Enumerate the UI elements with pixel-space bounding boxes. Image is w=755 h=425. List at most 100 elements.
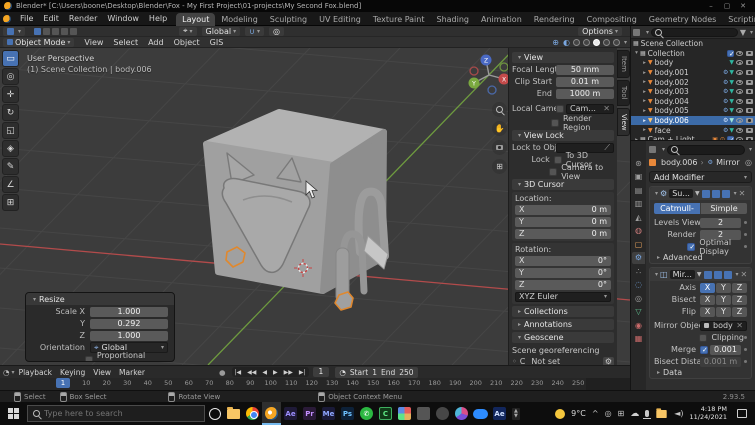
crs-radio-icon[interactable]: ◦ [512, 357, 517, 365]
outliner-item-body003[interactable]: ▸ ▼ body.003 ⚙ ▼ [631, 87, 755, 97]
levels-viewport-field[interactable]: 2 [700, 217, 741, 228]
cursor-rot-z[interactable]: Z 0° [515, 279, 611, 290]
measure-tool[interactable]: ∠ [2, 176, 19, 193]
focal-length-field[interactable]: 50 mm [556, 64, 614, 75]
clip-end-field[interactable]: 1000 m [556, 88, 614, 99]
optimal-display-checkbox[interactable] [687, 242, 696, 251]
collapse-icon[interactable]: ▾ [518, 334, 521, 341]
rotate-tool[interactable]: ↻ [2, 104, 19, 121]
tray-folder-icon[interactable] [656, 407, 667, 418]
tab-constraints-icon[interactable]: ◎ [632, 292, 645, 304]
playback-button[interactable]: ▶| [296, 369, 309, 376]
disclosure-icon[interactable]: ▸ [641, 127, 648, 133]
options-dropdown[interactable]: Options ▾ [578, 26, 622, 36]
tab-texture-icon[interactable]: ▦ [632, 333, 645, 345]
animate-dot[interactable] [744, 221, 747, 224]
viewport-menu[interactable]: View [79, 38, 108, 47]
topbar-menu[interactable]: File [15, 14, 38, 23]
tab-physics-icon[interactable]: ◌ [632, 279, 645, 291]
outliner-search[interactable] [651, 27, 738, 37]
photoshop-app[interactable]: Ps [338, 402, 357, 425]
local-camera-field[interactable]: Cam... ✕ [566, 103, 614, 114]
collapse-icon[interactable]: ▾ [655, 271, 658, 278]
cursor-loc-x[interactable]: X0 m [515, 204, 611, 215]
outliner-item-body006-selected[interactable]: ▸ ▼ body.006 ⚙ ▼ [631, 115, 755, 126]
microphone-icon[interactable] [643, 410, 652, 419]
workspace-tab[interactable]: Geometry Nodes [643, 13, 722, 26]
photos-app[interactable] [395, 402, 414, 425]
editor-type-button[interactable]: ▾ [3, 26, 26, 36]
premiere-app[interactable]: Pr [300, 402, 319, 425]
zoom-icon[interactable] [492, 102, 507, 117]
tab-material-icon[interactable]: ◉ [632, 319, 645, 331]
workspace-tab[interactable]: Modeling [215, 13, 263, 26]
workspace-tab[interactable]: UV Editing [313, 13, 367, 26]
taskbar-search[interactable] [27, 405, 205, 422]
fox-model[interactable] [203, 109, 389, 311]
breadcrumb-object[interactable]: body.006 [661, 158, 697, 167]
merge-checkbox[interactable] [700, 345, 708, 354]
playback-button[interactable]: ◀◀ [244, 369, 259, 376]
file-explorer-app[interactable] [224, 402, 243, 425]
speaker-icon[interactable]: ◄) [674, 409, 683, 418]
extras-menu-icon[interactable]: ▾ [734, 190, 737, 197]
annotations-panel-header[interactable]: ▸ Annotations [512, 319, 614, 330]
end-value-field[interactable]: 250 [399, 368, 413, 377]
delete-modifier-icon[interactable]: ✕ [741, 270, 748, 279]
blue-ae-app[interactable]: Ae [490, 402, 509, 425]
workspace-tab[interactable]: Shading [430, 13, 475, 26]
mirror-object-field[interactable]: body ✕ [700, 320, 747, 331]
properties-search[interactable] [667, 144, 745, 155]
topbar-menu[interactable]: Render [64, 14, 102, 23]
clipping-checkbox[interactable] [699, 333, 708, 342]
mode-toggle-icon[interactable] [61, 27, 69, 35]
proportional-editing-button[interactable]: ◎ [268, 26, 284, 36]
mode-object-icon[interactable] [34, 27, 42, 35]
mode-toggle-icon[interactable] [43, 27, 51, 35]
render-region-checkbox[interactable] [550, 118, 559, 127]
resize-panel-header[interactable]: ▾ Resize [26, 293, 174, 305]
gizmo-neg-z[interactable] [487, 85, 497, 95]
eye-icon[interactable] [736, 50, 743, 56]
disclosure-icon[interactable]: ▸ [641, 89, 648, 95]
extras-menu-icon[interactable]: ▾ [736, 271, 739, 278]
cursor-loc-y[interactable]: Y0 m [515, 216, 611, 227]
taskbar-scroll-buttons[interactable]: ▲ ▼ [512, 407, 520, 420]
blender-app-active[interactable] [262, 402, 281, 425]
media-player-app[interactable] [452, 402, 471, 425]
workspace-tab[interactable]: Texture Paint [367, 13, 431, 26]
scale-y-field[interactable]: 0.292 [90, 318, 168, 329]
display-realtime-toggle[interactable] [713, 270, 722, 279]
camera-view-icon[interactable] [492, 140, 507, 155]
breadcrumb-modifier[interactable]: Mirror [716, 158, 740, 167]
minimize-button[interactable]: – [703, 2, 719, 10]
collapse-icon[interactable]: ▾ [518, 132, 521, 139]
bisect-x-toggle[interactable]: X [700, 294, 715, 305]
camera-restrict-icon[interactable] [746, 118, 753, 124]
pan-hand-icon[interactable]: ✋ [492, 121, 507, 136]
viewport-menu[interactable]: GIS [205, 38, 229, 47]
geoscene-settings-icon[interactable]: ⚙ [602, 357, 614, 365]
delete-modifier-icon[interactable]: ✕ [739, 189, 746, 198]
euler-order-dropdown[interactable]: XYZ Euler ▾ [515, 291, 611, 302]
camera-restrict-icon[interactable] [746, 98, 753, 104]
move-tool[interactable]: ✛ [2, 86, 19, 103]
playback-button[interactable]: ◀ [259, 369, 270, 376]
collapse-icon[interactable]: ▾ [33, 296, 36, 303]
display-render-toggle[interactable] [723, 270, 732, 279]
to-3d-cursor-checkbox[interactable] [553, 155, 562, 164]
tab-view[interactable]: View [617, 107, 630, 137]
topbar-menu[interactable]: Window [102, 14, 144, 23]
select-box-tool[interactable]: ▭ [2, 50, 19, 67]
temperature-label[interactable]: 9°C [571, 409, 586, 418]
camera-to-view-checkbox[interactable] [549, 167, 558, 176]
disclosure-icon[interactable]: ▸ [641, 118, 648, 124]
outliner-collection[interactable]: ▾ ▦ Collection [631, 49, 755, 59]
gray-app-1[interactable] [414, 402, 433, 425]
outliner-scene-collection[interactable]: ▦ Scene Collection [631, 39, 755, 49]
start-button[interactable] [8, 408, 19, 419]
properties-search-input[interactable] [678, 145, 741, 154]
outliner-item-body004[interactable]: ▸ ▼ body.004 ⚙ ▼ [631, 97, 755, 107]
workspace-tab[interactable]: Scripting [722, 13, 755, 26]
animate-dot[interactable] [744, 336, 747, 339]
